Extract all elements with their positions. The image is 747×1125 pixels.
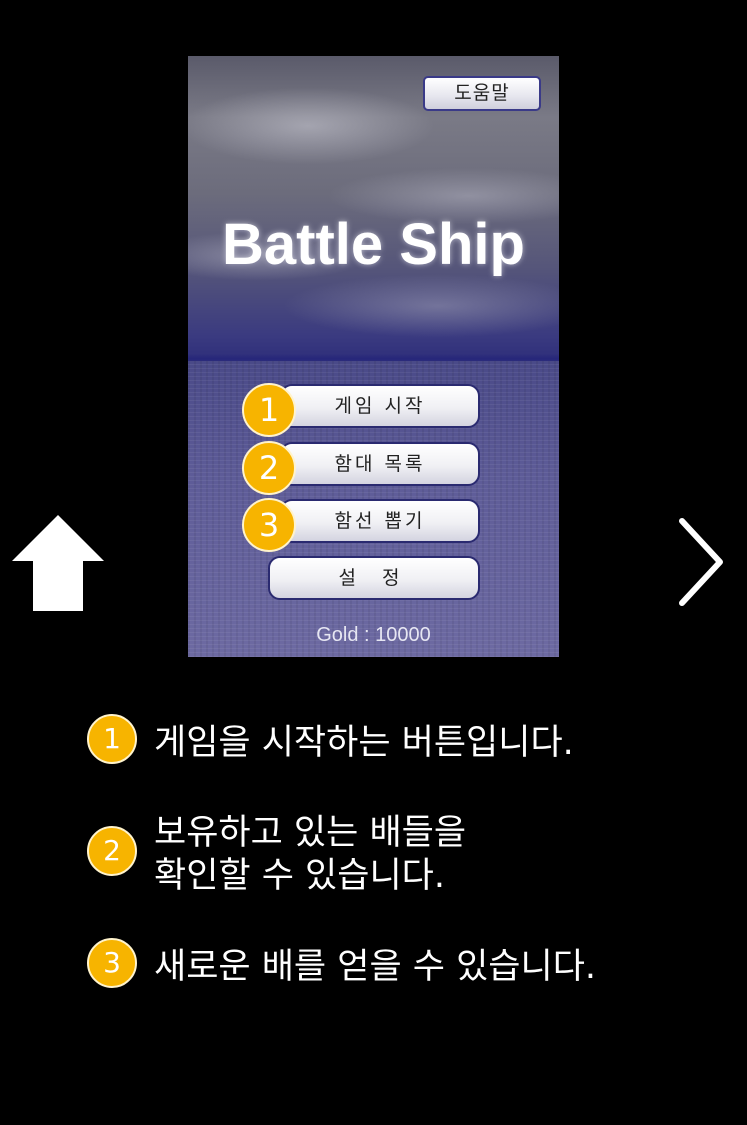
help-button[interactable]: 도움말 xyxy=(423,76,541,111)
callout-badge-2: 2 xyxy=(242,441,296,495)
up-arrow-icon[interactable] xyxy=(12,515,104,611)
ship-draw-button[interactable]: 함선 뽑기 xyxy=(280,499,480,543)
fleet-list-button[interactable]: 함대 목록 xyxy=(280,442,480,486)
settings-button[interactable]: 설 정 xyxy=(268,556,480,600)
callout-badge-3: 3 xyxy=(242,498,296,552)
game-title: Battle Ship xyxy=(222,212,525,277)
gold-counter: Gold : 10000 xyxy=(316,624,431,646)
tutorial-page: 도움말 Battle Ship 게임 시작 함대 목록 함선 뽑기 설 정 1 … xyxy=(0,0,747,1125)
game-screen: 도움말 Battle Ship 게임 시작 함대 목록 함선 뽑기 설 정 1 … xyxy=(188,56,559,657)
desc-badge-3: 3 xyxy=(87,938,137,988)
desc-badge-2: 2 xyxy=(87,826,137,876)
desc-text-2-line-2: 확인할 수 있습니다. xyxy=(154,856,445,896)
start-game-button[interactable]: 게임 시작 xyxy=(280,384,480,428)
desc-text-2-line-1: 보유하고 있는 배들을 xyxy=(154,813,467,853)
desc-text-3: 새로운 배를 얻을 수 있습니다. xyxy=(154,946,596,989)
desc-badge-1: 1 xyxy=(87,714,137,764)
desc-text-2: 보유하고 있는 배들을 확인할 수 있습니다. xyxy=(154,812,466,898)
desc-text-1: 게임을 시작하는 버튼입니다. xyxy=(154,722,574,765)
chevron-right-icon[interactable] xyxy=(676,517,726,607)
callout-badge-1: 1 xyxy=(242,383,296,437)
desc-text-1-line-1: 게임을 시작하는 버튼입니다. xyxy=(154,723,574,763)
desc-text-3-line-1: 새로운 배를 얻을 수 있습니다. xyxy=(154,947,597,987)
